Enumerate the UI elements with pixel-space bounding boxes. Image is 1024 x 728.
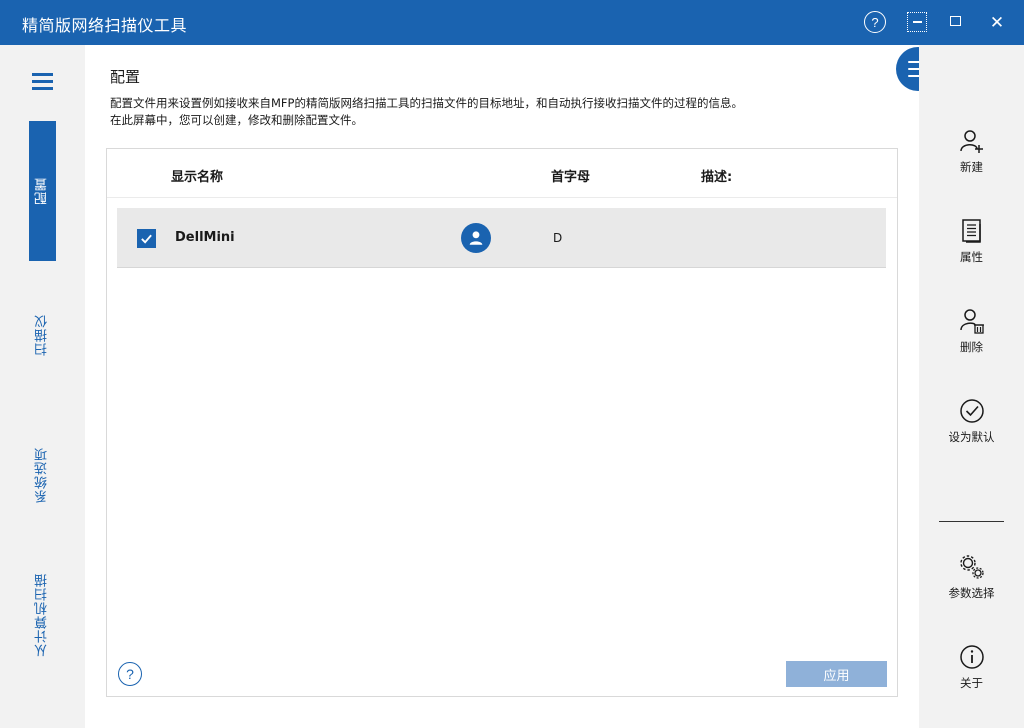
page-title: 配置: [110, 68, 141, 86]
add-user-icon: [959, 130, 983, 153]
nav-item-configuration[interactable]: 配置: [29, 121, 56, 261]
preferences-label: 参数选择: [948, 586, 995, 600]
nav-item-label: 系统选项: [35, 447, 50, 503]
properties-icon: [961, 219, 981, 243]
help-icon[interactable]: ?: [118, 662, 142, 686]
about-label: 关于: [960, 676, 983, 690]
toolbar-divider: [939, 521, 1004, 522]
new-button[interactable]: 新建: [919, 127, 1024, 175]
nav-item-system-options[interactable]: 系统选项: [29, 430, 56, 520]
page-description: 配置文件用来设置例如接收来自MFP的精简版网络扫描工具的扫描文件的目标地址，和自…: [110, 95, 743, 129]
table-row[interactable]: DellMini D: [117, 208, 886, 268]
about-button[interactable]: 关于: [919, 643, 1024, 691]
left-nav: 配置 扫描仪 系统选项 从计算机扫描: [0, 45, 85, 728]
header-divider: [107, 197, 897, 198]
properties-label: 属性: [960, 250, 983, 264]
description-line: 配置文件用来设置例如接收来自MFP的精简版网络扫描工具的扫描文件的目标地址，和自…: [110, 96, 743, 110]
delete-user-icon: [959, 309, 984, 334]
maximize-button[interactable]: [950, 16, 961, 26]
row-initial: D: [553, 231, 563, 245]
preferences-button[interactable]: 参数选择: [919, 553, 1024, 601]
user-icon: [461, 223, 491, 253]
profile-table-panel: 显示名称 首字母 描述: DellMini D ? 应用: [106, 148, 898, 697]
checkmark-icon: [141, 234, 152, 244]
properties-button[interactable]: 属性: [919, 217, 1024, 265]
menu-icon[interactable]: [32, 73, 53, 90]
right-toolbar: 新建 属性 删除 设为默认 参数选择 关于: [919, 45, 1024, 728]
nav-item-scanner[interactable]: 扫描仪: [29, 295, 56, 375]
row-checkbox[interactable]: [137, 229, 156, 248]
minimize-button[interactable]: [907, 12, 927, 32]
app-title: 精简版网络扫描仪工具: [22, 16, 188, 35]
nav-item-label: 配置: [35, 177, 50, 205]
column-header-description[interactable]: 描述:: [701, 166, 732, 185]
delete-label: 删除: [960, 340, 983, 354]
check-circle-icon: [959, 399, 984, 423]
gears-icon: [959, 555, 984, 579]
nav-item-label: 从计算机扫描: [35, 573, 50, 657]
row-display-name: DellMini: [175, 230, 235, 245]
set-default-button[interactable]: 设为默认: [919, 397, 1024, 445]
help-icon[interactable]: ?: [864, 11, 886, 33]
new-label: 新建: [960, 160, 983, 174]
apply-button[interactable]: 应用: [786, 661, 887, 687]
info-icon: [959, 645, 984, 669]
nav-item-label: 扫描仪: [35, 314, 50, 356]
set-default-label: 设为默认: [948, 430, 995, 444]
title-bar: 精简版网络扫描仪工具 ? ✕: [0, 0, 1024, 45]
close-button[interactable]: ✕: [986, 12, 1008, 34]
main-content: 配置 配置文件用来设置例如接收来自MFP的精简版网络扫描工具的扫描文件的目标地址…: [85, 45, 919, 728]
delete-button[interactable]: 删除: [919, 307, 1024, 355]
description-line: 在此屏幕中，您可以创建，修改和删除配置文件。: [110, 113, 363, 127]
nav-item-scan-from-computer[interactable]: 从计算机扫描: [29, 560, 56, 670]
column-header-initial[interactable]: 首字母: [551, 166, 590, 185]
column-header-display-name[interactable]: 显示名称: [171, 166, 223, 185]
